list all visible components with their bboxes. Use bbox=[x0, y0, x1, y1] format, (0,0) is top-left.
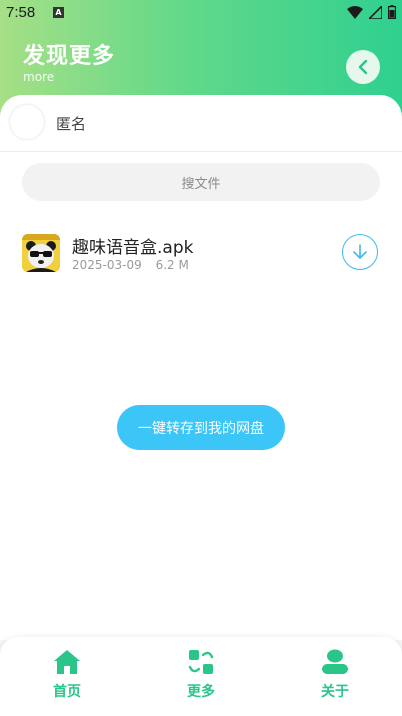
download-arrow-icon bbox=[353, 244, 367, 259]
home-icon bbox=[54, 650, 80, 674]
content-card: 匿名 搜文件 趣味语音盒.apk 2025-03-09 6.2 M 一键转存到我… bbox=[0, 95, 402, 640]
status-icons bbox=[347, 5, 396, 19]
panda-avatar-icon bbox=[22, 234, 60, 272]
download-button[interactable] bbox=[342, 234, 378, 270]
status-bar: 7:58 A bbox=[0, 0, 402, 26]
chevron-left-icon bbox=[358, 59, 368, 75]
save-button-label: 一键转存到我的网盘 bbox=[138, 420, 264, 437]
search-input[interactable]: 搜文件 bbox=[22, 163, 380, 201]
back-button[interactable] bbox=[346, 50, 380, 84]
page-subtitle: more bbox=[23, 70, 55, 84]
page-title: 发现更多 bbox=[23, 44, 116, 69]
user-name: 匿名 bbox=[56, 115, 87, 133]
notification-badge: A bbox=[53, 7, 64, 18]
save-to-cloud-button[interactable]: 一键转存到我的网盘 bbox=[117, 405, 285, 450]
bottom-tab-bar: 首页 更多 关于 bbox=[0, 637, 402, 716]
more-apps-icon bbox=[188, 650, 214, 674]
file-list-item[interactable]: 趣味语音盒.apk 2025-03-09 6.2 M bbox=[0, 230, 402, 280]
file-meta: 2025-03-09 6.2 M bbox=[72, 258, 189, 272]
file-name: 趣味语音盒.apk bbox=[72, 238, 194, 258]
tab-about-label: 关于 bbox=[321, 684, 349, 700]
status-time: 7:58 bbox=[6, 4, 36, 21]
signal-icon bbox=[369, 5, 382, 19]
wifi-icon bbox=[347, 5, 363, 19]
battery-icon bbox=[388, 5, 396, 19]
tab-about[interactable]: 关于 bbox=[300, 649, 370, 705]
person-icon bbox=[322, 649, 348, 674]
tab-more-label: 更多 bbox=[187, 684, 215, 700]
tab-more[interactable]: 更多 bbox=[166, 649, 236, 705]
file-size: 6.2 M bbox=[155, 258, 189, 272]
user-row: 匿名 bbox=[0, 95, 402, 152]
search-placeholder: 搜文件 bbox=[181, 176, 221, 192]
tab-home-label: 首页 bbox=[53, 684, 81, 700]
avatar[interactable] bbox=[10, 105, 44, 139]
file-date: 2025-03-09 bbox=[72, 258, 142, 272]
tab-home[interactable]: 首页 bbox=[32, 649, 102, 705]
